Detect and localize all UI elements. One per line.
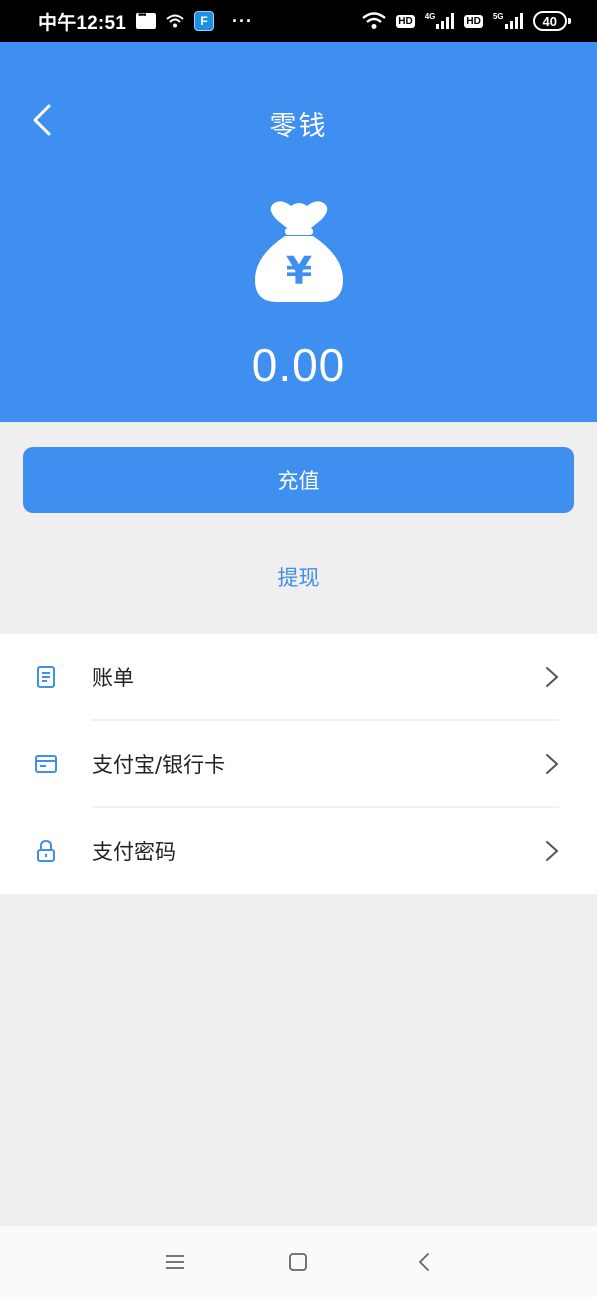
more-notifications-icon: ··· [232, 10, 253, 31]
card-icon [35, 753, 57, 775]
menu-item-pay-password[interactable]: 支付密码 [0, 808, 597, 894]
menu-item-label: 账单 [92, 666, 134, 690]
wallet-menu: 账单 支付宝/银行卡 支付密码 [0, 634, 597, 894]
page-title: 零钱 [269, 111, 328, 142]
menu-nav-button[interactable] [161, 1248, 189, 1276]
hd-badge-2: HD [464, 14, 483, 28]
menu-item-label: 支付宝/银行卡 [92, 753, 226, 777]
chevron-right-icon [546, 754, 559, 774]
back-triangle-icon [418, 1253, 429, 1271]
menu-item-bill[interactable]: 账单 [0, 634, 597, 720]
recharge-button[interactable]: 充值 [23, 447, 574, 513]
hd-badge: HD [396, 14, 415, 28]
status-right: HD 4G HD 5G 40 [362, 11, 572, 31]
network-4g-label: 4G [424, 12, 436, 21]
chevron-right-icon [546, 841, 559, 861]
status-left: 中午12:51 F ··· [38, 8, 253, 35]
signal-4g-icon: 4G [425, 13, 455, 29]
home-square-icon [289, 1253, 307, 1271]
home-nav-button[interactable] [284, 1248, 312, 1276]
wallet-header: 零钱 ¥ 0.00 [0, 42, 597, 422]
network-5g-label: 5G [492, 12, 504, 21]
chevron-right-icon [546, 667, 559, 687]
wifi-small-icon [166, 14, 184, 28]
currency-symbol: ¥ [286, 249, 312, 293]
withdraw-link[interactable]: 提现 [0, 562, 597, 592]
menu-item-label: 支付密码 [92, 840, 176, 864]
lock-icon [35, 840, 57, 862]
menu-item-alipay-bankcard[interactable]: 支付宝/银行卡 [0, 721, 597, 807]
message-icon [136, 10, 156, 29]
wifi-icon [362, 12, 387, 30]
signal-5g-icon: 5G [493, 13, 523, 29]
system-nav-bar [0, 1226, 597, 1297]
back-nav-button[interactable] [410, 1248, 438, 1276]
moneybag-icon: ¥ [251, 198, 347, 306]
status-bar: 中午12:51 F ··· HD 4G HD 5G 40 [0, 0, 597, 42]
balance-amount: 0.00 [251, 339, 346, 391]
status-time: 中午12:51 [38, 12, 126, 34]
battery-indicator: 40 [532, 11, 572, 31]
app-notification-icon: F [194, 11, 214, 31]
menu-icon [166, 1255, 184, 1269]
bill-icon [35, 666, 57, 688]
